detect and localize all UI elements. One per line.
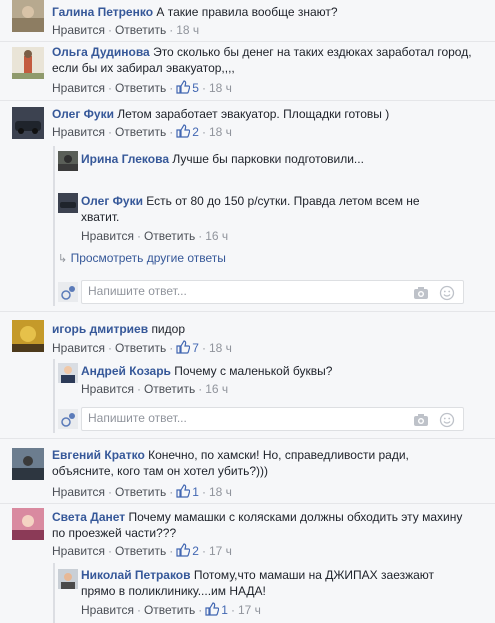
reply-author[interactable]: Олег Фуки (81, 194, 143, 208)
like-count[interactable]: 7 (192, 341, 199, 355)
reply-author[interactable]: Андрей Козарь (81, 364, 171, 378)
reply-arrow-icon: ↳ (58, 253, 68, 265)
avatar (58, 282, 78, 302)
comment-text: пидор (151, 322, 185, 336)
avatar[interactable] (58, 569, 78, 589)
avatar[interactable] (12, 448, 44, 480)
like-icon (176, 124, 191, 138)
like-icon (176, 484, 191, 498)
reply-actions: Нравится · Ответить · 16 ч (81, 229, 229, 243)
divider (0, 503, 495, 504)
view-more-replies[interactable]: ↳ Просмотреть другие ответы (58, 250, 226, 267)
timestamp[interactable]: 18 ч (209, 485, 232, 499)
timestamp[interactable]: 17 ч (238, 603, 261, 617)
like-count[interactable]: 1 (192, 485, 199, 499)
reply-actions: Нравится · Ответить · 1 · 17 ч (81, 602, 261, 617)
avatar[interactable] (58, 363, 78, 383)
timestamp[interactable]: 18 ч (209, 341, 232, 355)
reply-button[interactable]: Ответить (144, 603, 195, 617)
timestamp[interactable]: 18 ч (209, 125, 232, 139)
reply-text: Почему с маленькой буквы? (174, 364, 333, 378)
reply-button[interactable]: Ответить (115, 23, 166, 37)
like-button[interactable]: Нравится (81, 382, 134, 396)
avatar[interactable] (12, 107, 44, 139)
reply-button[interactable]: Ответить (144, 229, 195, 243)
comment-actions: Нравится · Ответить · 7 · 18 ч (52, 340, 232, 355)
like-button[interactable]: Нравится (52, 125, 105, 139)
reply-button[interactable]: Ответить (115, 544, 166, 558)
avatar (58, 409, 78, 429)
reply-input[interactable] (88, 284, 388, 298)
divider (0, 311, 495, 312)
emoji-icon[interactable] (439, 285, 455, 301)
reply-author[interactable]: Николай Петраков (81, 568, 191, 582)
reply-button[interactable]: Ответить (115, 485, 166, 499)
reply-text: Лучше бы парковки подготовили... (172, 152, 364, 166)
reply-author[interactable]: Ирина Глекова (81, 152, 169, 166)
comment-author[interactable]: Галина Петренко (52, 5, 153, 19)
like-button[interactable]: Нравится (52, 23, 105, 37)
timestamp[interactable]: 16 ч (205, 382, 228, 396)
comment-actions: Нравится · Ответить · 5 · 18 ч (52, 80, 232, 95)
timestamp[interactable]: 16 ч (205, 229, 228, 243)
like-count[interactable]: 2 (192, 544, 199, 558)
divider (0, 438, 495, 439)
comment-actions: Нравится · Ответить · 2 · 18 ч (52, 124, 232, 139)
camera-icon[interactable] (413, 285, 429, 301)
comment-author[interactable]: игорь дмитриев (52, 322, 148, 336)
like-button[interactable]: Нравится (81, 603, 134, 617)
comment-author[interactable]: Олег Фуки (52, 107, 114, 121)
reply-thread-line (53, 359, 55, 433)
avatar[interactable] (12, 47, 44, 79)
reply-actions: Нравится · Ответить · 16 ч (81, 382, 229, 396)
reply-thread-line (53, 563, 55, 623)
divider (0, 41, 495, 42)
comment-author[interactable]: Света Данет (52, 510, 125, 524)
comment-text: Летом заработает эвакуатор. Площадки гот… (117, 107, 390, 121)
like-button[interactable]: Нравится (52, 341, 105, 355)
timestamp[interactable]: 18 ч (209, 81, 232, 95)
avatar[interactable] (12, 0, 44, 32)
comment-text: А такие правила вообще знают? (156, 5, 338, 19)
reply-button[interactable]: Ответить (144, 382, 195, 396)
like-button[interactable]: Нравится (52, 81, 105, 95)
comment-actions: Нравится · Ответить · 1 · 18 ч (52, 484, 232, 499)
camera-icon[interactable] (413, 412, 429, 428)
timestamp[interactable]: 17 ч (209, 544, 232, 558)
reply-thread-line (53, 146, 55, 306)
like-button[interactable]: Нравится (52, 544, 105, 558)
view-more-label: Просмотреть другие ответы (70, 251, 226, 265)
reply-button[interactable]: Ответить (115, 125, 166, 139)
like-icon (176, 80, 191, 94)
comment-actions: Нравится · Ответить · 18 ч (52, 23, 200, 37)
emoji-icon[interactable] (439, 412, 455, 428)
divider (0, 100, 495, 101)
like-count[interactable]: 2 (192, 125, 199, 139)
like-icon (176, 543, 191, 557)
reply-button[interactable]: Ответить (115, 81, 166, 95)
reply-input[interactable] (88, 411, 388, 425)
reply-box (81, 407, 464, 431)
reply-button[interactable]: Ответить (115, 341, 166, 355)
like-count[interactable]: 1 (221, 603, 228, 617)
like-button[interactable]: Нравится (52, 485, 105, 499)
timestamp[interactable]: 18 ч (176, 23, 199, 37)
avatar[interactable] (12, 508, 44, 540)
like-button[interactable]: Нравится (81, 229, 134, 243)
avatar[interactable] (58, 193, 78, 213)
like-count[interactable]: 5 (192, 81, 199, 95)
like-icon (205, 602, 220, 616)
reply-box (81, 280, 464, 304)
comment-author[interactable]: Евгений Кратко (52, 448, 145, 462)
like-icon (176, 340, 191, 354)
avatar[interactable] (58, 151, 78, 171)
comment-actions: Нравится · Ответить · 2 · 17 ч (52, 543, 232, 558)
avatar[interactable] (12, 320, 44, 352)
comment-author[interactable]: Ольга Дудинова (52, 45, 150, 59)
